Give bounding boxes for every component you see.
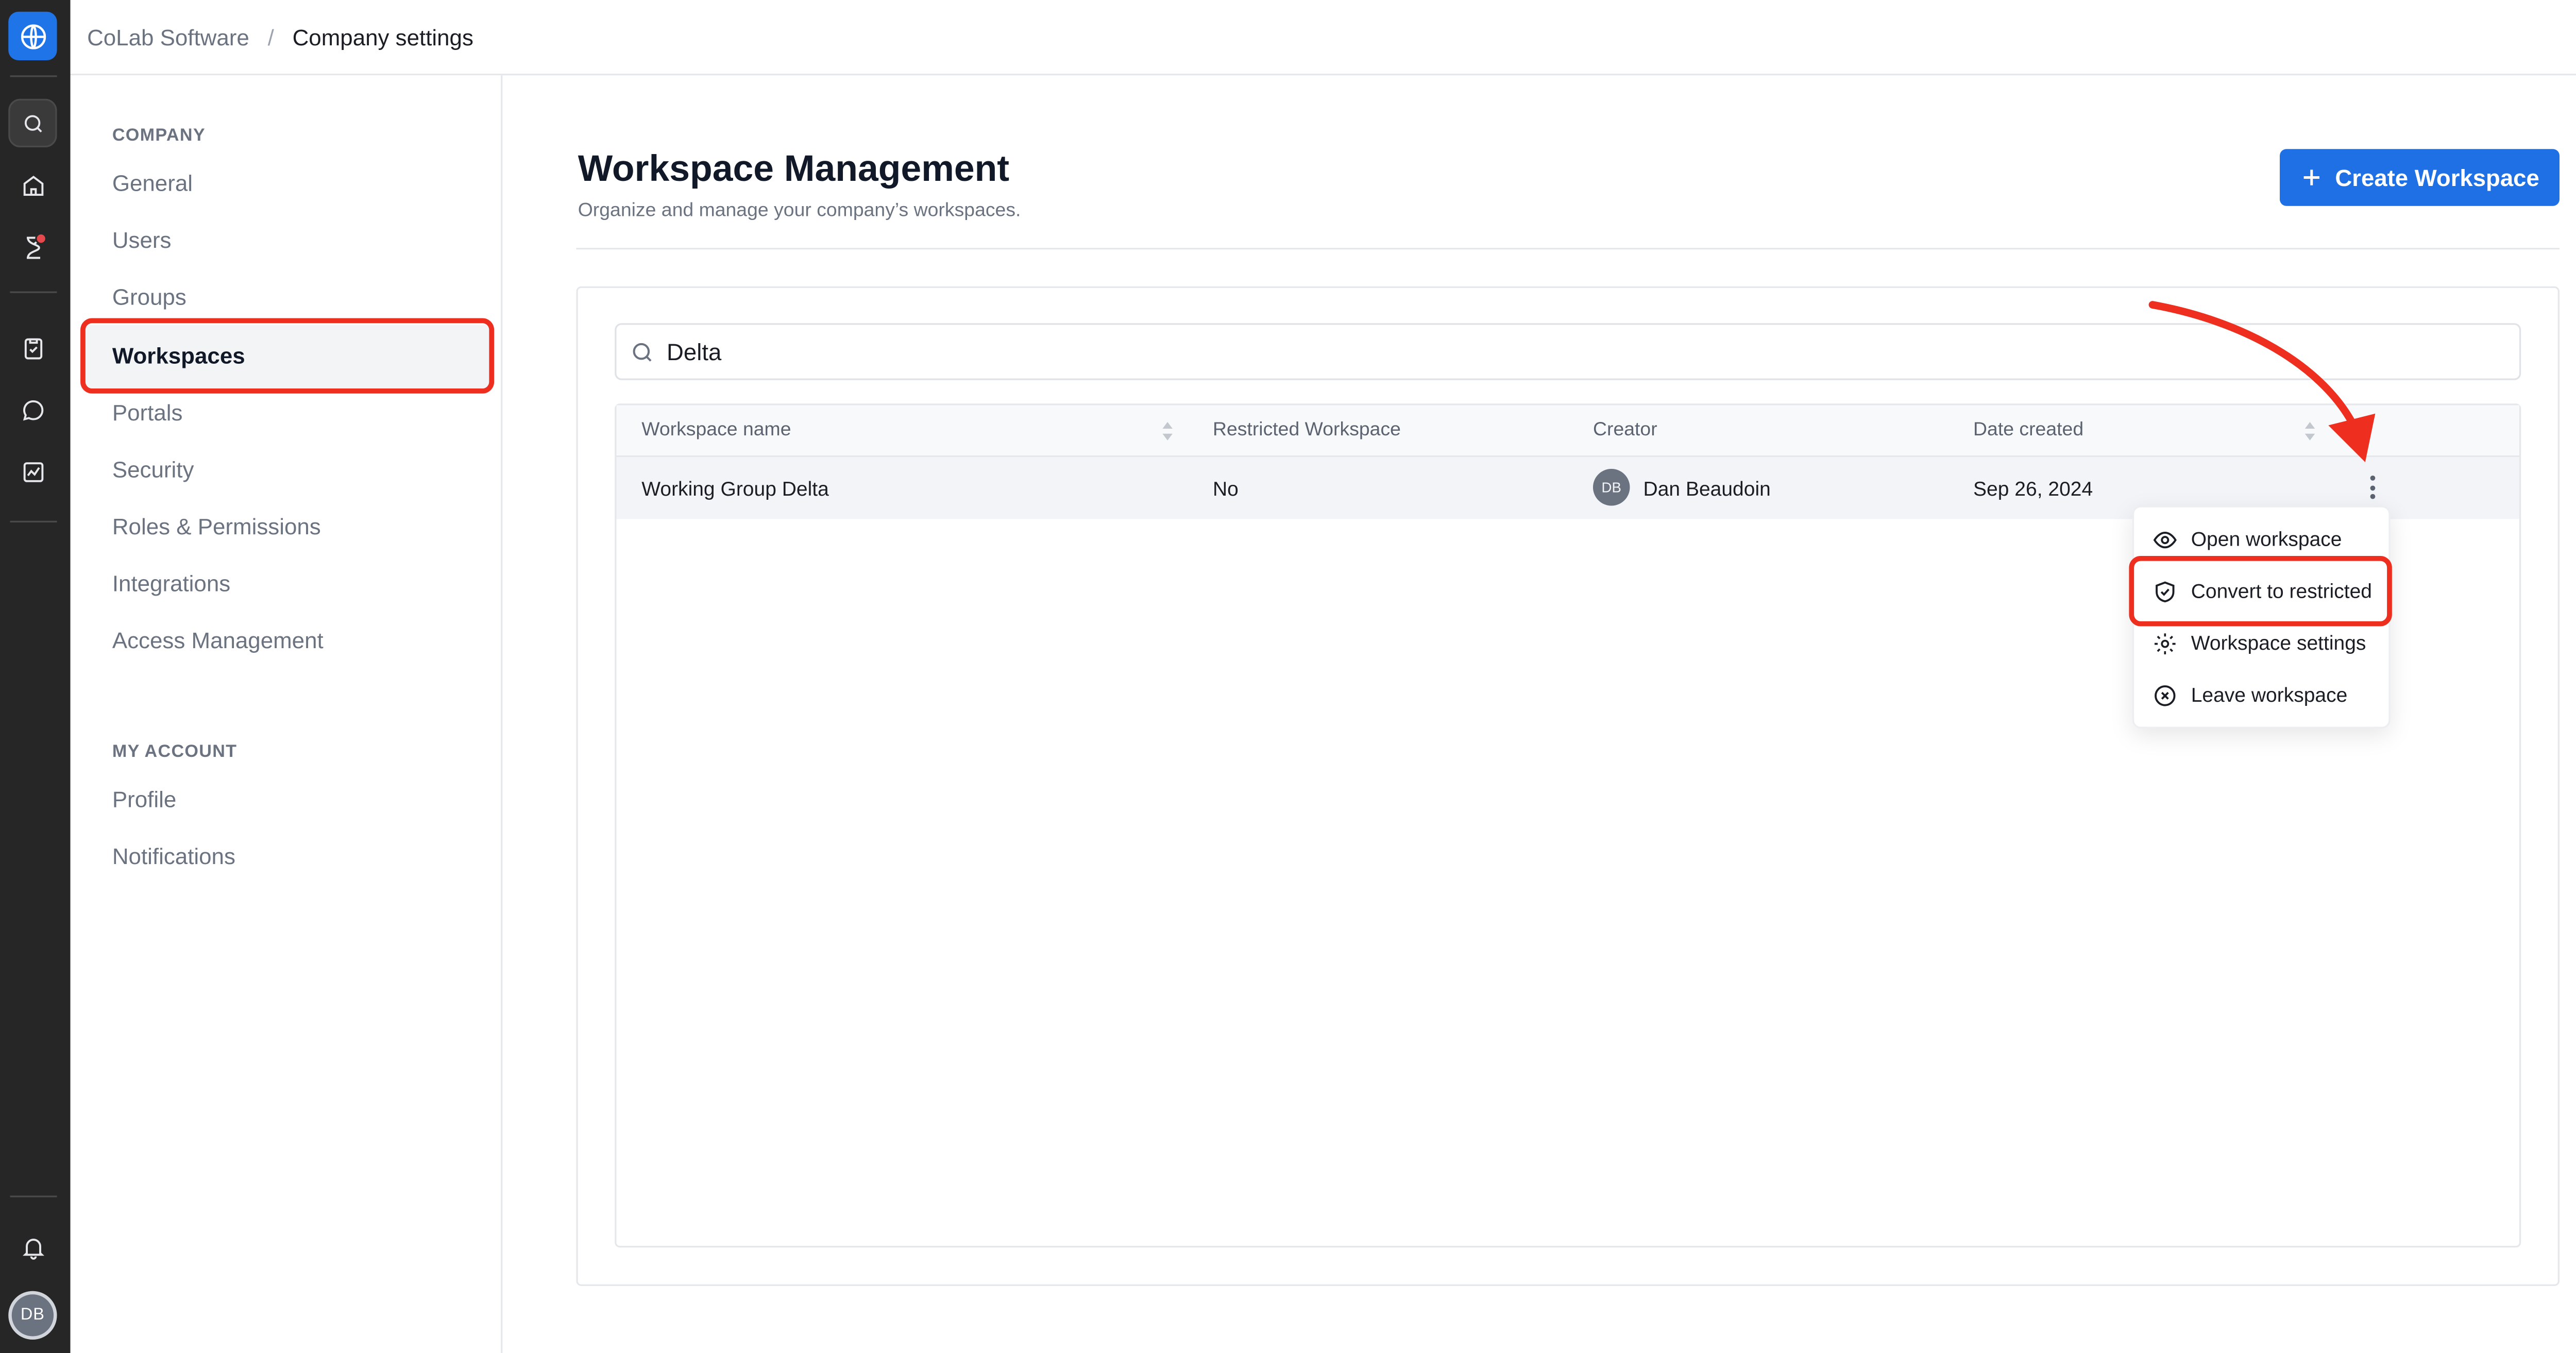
table-header: Workspace name Restricted Workspace Crea… bbox=[616, 405, 2519, 458]
page-title: Workspace Management bbox=[578, 147, 1010, 190]
menu-item-label: Convert to restricted bbox=[2191, 579, 2372, 603]
column-header-restricted: Restricted Workspace bbox=[1212, 420, 1401, 441]
chat-bubble-icon[interactable] bbox=[8, 385, 57, 434]
cell-workspace-name: Working Group Delta bbox=[641, 477, 829, 501]
bell-icon[interactable] bbox=[8, 1223, 57, 1271]
nav-item-general[interactable]: General bbox=[112, 171, 193, 196]
globe-logo-icon[interactable] bbox=[8, 11, 57, 60]
breadcrumb-current: Company settings bbox=[292, 24, 473, 49]
rail-divider bbox=[10, 520, 57, 522]
breadcrumb-separator: / bbox=[267, 24, 274, 49]
menu-item-convert-to-restricted[interactable]: Convert to restricted bbox=[2134, 566, 2388, 617]
nav-item-roles-permissions[interactable]: Roles & Permissions bbox=[112, 514, 321, 539]
menu-item-label: Workspace settings bbox=[2191, 631, 2366, 655]
rail-divider bbox=[10, 1195, 57, 1197]
menu-item-leave-workspace[interactable]: Leave workspace bbox=[2134, 670, 2388, 720]
nav-heading-my-account: MY ACCOUNT bbox=[112, 741, 238, 762]
search-field[interactable] bbox=[615, 323, 2521, 380]
column-header-workspace-name[interactable]: Workspace name bbox=[641, 420, 791, 441]
cell-restricted: No bbox=[1212, 477, 1239, 501]
left-rail: DB bbox=[0, 0, 71, 1353]
nav-item-integrations[interactable]: Integrations bbox=[112, 571, 230, 596]
hourglass-icon[interactable] bbox=[8, 223, 57, 271]
plus-icon bbox=[2303, 170, 2320, 185]
nav-item-groups[interactable]: Groups bbox=[112, 285, 187, 310]
nav-item-workspaces[interactable]: Workspaces bbox=[112, 343, 245, 368]
column-header-date-created[interactable]: Date created bbox=[1973, 420, 2083, 441]
app-window: DB CoLab Software / Company settings COM… bbox=[0, 0, 2576, 1353]
shield-check-icon bbox=[2156, 580, 2175, 602]
x-circle-icon bbox=[2155, 684, 2176, 705]
notification-dot bbox=[35, 232, 47, 245]
settings-sidebar: COMPANY General Users Groups Workspaces … bbox=[70, 75, 503, 1353]
nav-heading-company: COMPANY bbox=[112, 125, 206, 146]
cell-date-created: Sep 26, 2024 bbox=[1973, 477, 2093, 501]
cell-creator: Dan Beaudoin bbox=[1643, 477, 1771, 501]
gear-icon bbox=[2154, 632, 2176, 654]
header-divider bbox=[576, 248, 2560, 250]
rail-divider bbox=[10, 291, 57, 293]
search-icon[interactable] bbox=[8, 98, 57, 147]
top-bar: CoLab Software / Company settings bbox=[70, 0, 2576, 76]
nav-item-users[interactable]: Users bbox=[112, 228, 172, 253]
nav-item-security[interactable]: Security bbox=[112, 457, 194, 482]
create-workspace-button[interactable]: Create Workspace bbox=[2280, 149, 2560, 206]
breadcrumb-parent[interactable]: CoLab Software bbox=[87, 24, 249, 49]
nav-item-access-management[interactable]: Access Management bbox=[112, 628, 324, 653]
nav-item-notifications[interactable]: Notifications bbox=[112, 844, 235, 869]
nav-item-profile[interactable]: Profile bbox=[112, 787, 176, 813]
menu-item-workspace-settings[interactable]: Workspace settings bbox=[2134, 618, 2388, 668]
user-avatar[interactable]: DB bbox=[8, 1291, 57, 1340]
column-header-creator: Creator bbox=[1592, 420, 1657, 441]
row-actions-menu: Open workspace Convert to restricted Wor… bbox=[2132, 505, 2391, 729]
eye-icon bbox=[2153, 531, 2177, 548]
search-icon bbox=[633, 342, 652, 361]
menu-item-label: Leave workspace bbox=[2191, 683, 2348, 707]
menu-item-label: Open workspace bbox=[2191, 527, 2342, 551]
create-workspace-label: Create Workspace bbox=[2335, 164, 2539, 191]
page-subtitle: Organize and manage your company’s works… bbox=[578, 201, 1021, 221]
nav-item-portals[interactable]: Portals bbox=[112, 400, 183, 426]
sort-icon[interactable] bbox=[1161, 420, 1174, 442]
menu-item-open-workspace[interactable]: Open workspace bbox=[2134, 514, 2388, 565]
search-input[interactable] bbox=[667, 338, 2476, 365]
sort-icon[interactable] bbox=[2303, 420, 2317, 442]
rail-divider bbox=[10, 75, 57, 77]
home-icon[interactable] bbox=[8, 161, 57, 209]
creator-avatar: DB bbox=[1592, 469, 1630, 506]
analytics-icon[interactable] bbox=[8, 447, 57, 496]
clipboard-check-icon[interactable] bbox=[8, 323, 57, 371]
more-options-icon[interactable] bbox=[2360, 470, 2384, 504]
